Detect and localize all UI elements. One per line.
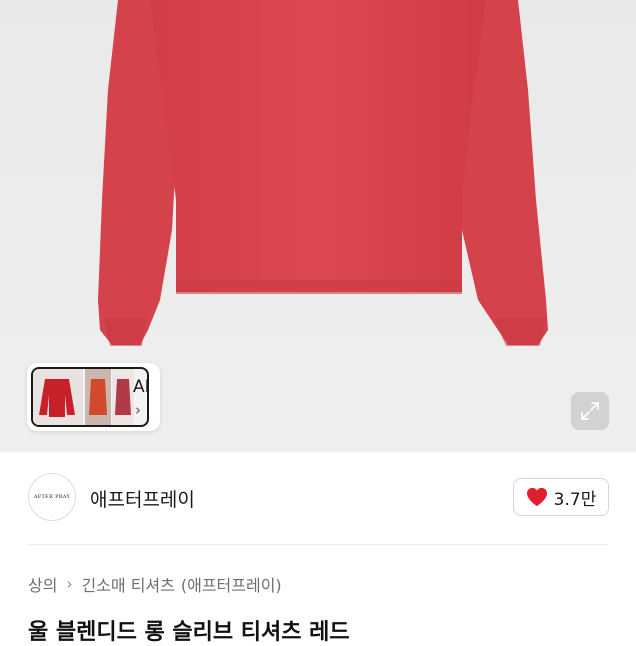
like-button[interactable]: 3.7만: [513, 478, 609, 516]
breadcrumb: 상의 › 긴소매 티셔츠 (애프터프레이): [28, 573, 282, 595]
breadcrumb-brand[interactable]: (애프터프레이): [181, 572, 282, 596]
seller-logo[interactable]: AFTER PRAY: [28, 473, 76, 521]
chevron-right-icon: ›: [66, 575, 73, 593]
seller-name[interactable]: 애프터프레이: [90, 485, 195, 512]
ai-label: AI: [133, 377, 150, 397]
seller-logo-text: AFTER PRAY: [33, 494, 71, 500]
product-title: 울 블렌디드 롱 슬리브 티셔츠 레드: [28, 620, 350, 645]
expand-image-button[interactable]: [571, 392, 609, 430]
ai-thumbnail-card[interactable]: AI ›: [27, 363, 160, 431]
like-count: 3.7만: [553, 489, 597, 510]
divider: [28, 544, 608, 545]
heart-icon: [526, 487, 547, 507]
chevron-right-icon: ›: [135, 401, 141, 419]
expand-arrows-icon: [581, 402, 599, 420]
thumbnail-image: [31, 367, 149, 427]
breadcrumb-category[interactable]: 상의: [28, 572, 57, 596]
product-image-area[interactable]: AI ›: [0, 0, 636, 452]
breadcrumb-subcategory[interactable]: 긴소매 티셔츠: [81, 572, 174, 596]
seller-row: AFTER PRAY 애프터프레이 3.7만: [0, 452, 636, 544]
